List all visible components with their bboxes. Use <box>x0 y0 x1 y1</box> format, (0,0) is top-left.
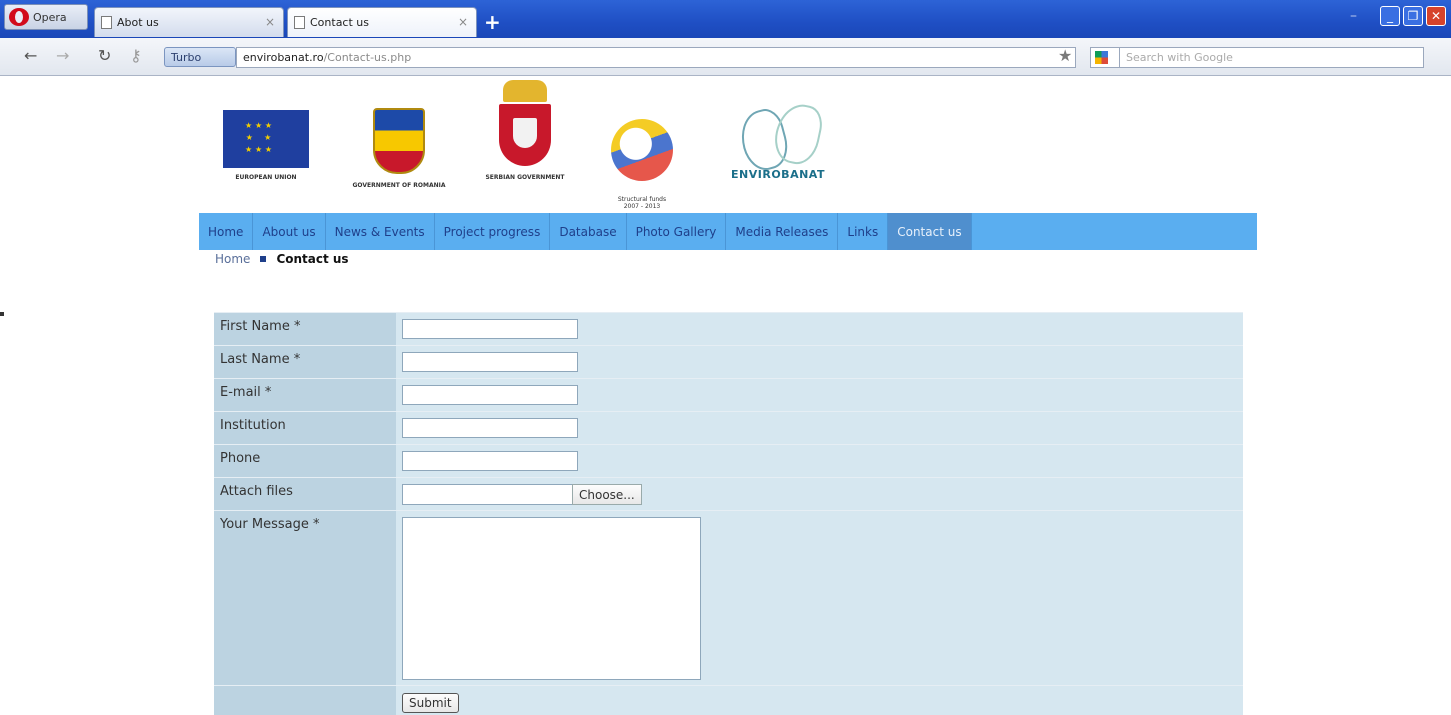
first-name-label: First Name * <box>214 313 396 345</box>
page-icon <box>101 16 112 29</box>
email-input[interactable] <box>402 385 578 405</box>
institution-input[interactable] <box>402 418 578 438</box>
form-row-submit: Submit <box>214 685 1243 715</box>
breadcrumb-home-link[interactable]: Home <box>215 252 250 266</box>
file-picker: Choose... <box>402 484 1237 505</box>
site-header: EUROPEAN UNION GOVERNMENT OF ROMANIA SER… <box>199 76 1257 250</box>
url-path: /Contact-us.php <box>323 51 412 64</box>
bookmark-star-icon[interactable]: ★ <box>1058 46 1072 65</box>
last-name-input[interactable] <box>402 352 578 372</box>
shield-shape <box>499 104 551 166</box>
menu-item-contact-us[interactable]: Contact us <box>888 213 972 250</box>
menu-item-photo-gallery[interactable]: Photo Gallery <box>627 213 727 250</box>
form-row-first-name: First Name * <box>214 312 1243 345</box>
menu-item-links[interactable]: Links <box>838 213 889 250</box>
breadcrumb-separator-icon <box>260 256 267 262</box>
address-bar[interactable]: envirobanat.ro/Contact-us.php <box>236 47 1076 68</box>
institution-label: Institution <box>214 412 396 444</box>
logo-caption: ENVIROBANAT <box>731 168 825 181</box>
form-row-phone: Phone <box>214 444 1243 477</box>
breadcrumb-current: Contact us <box>276 252 349 266</box>
minimize-button[interactable]: _ <box>1380 6 1400 26</box>
contact-form: First Name * Last Name * E-mail * Instit… <box>214 312 1243 715</box>
search-input[interactable]: Search with Google <box>1120 47 1424 68</box>
opera-menu-label: Opera <box>33 10 67 24</box>
browser-navbar: ← → ↻ ⚷ Turbo envirobanat.ro/Contact-us.… <box>0 38 1451 76</box>
web-page: EUROPEAN UNION GOVERNMENT OF ROMANIA SER… <box>0 76 1451 715</box>
phone-label: Phone <box>214 445 396 477</box>
opera-menu-button[interactable]: Opera <box>4 4 88 30</box>
search-engine-selector[interactable] <box>1090 47 1120 68</box>
eu-logo: EUROPEAN UNION <box>221 110 311 181</box>
forward-arrow-icon[interactable]: → <box>56 46 69 65</box>
menu-item-news-events[interactable]: News & Events <box>326 213 435 250</box>
tab-contact-us[interactable]: Contact us × <box>287 7 477 37</box>
form-row-email: E-mail * <box>214 378 1243 411</box>
logo-caption: EUROPEAN UNION <box>235 174 297 181</box>
romania-crest-icon <box>373 108 425 174</box>
structural-funds-icon <box>611 119 673 181</box>
logo-caption: GOVERNMENT OF ROMANIA <box>352 182 446 189</box>
back-arrow-icon[interactable]: ← <box>24 46 37 65</box>
tab-about-us[interactable]: Abot us × <box>94 7 284 37</box>
close-window-button[interactable]: ✕ <box>1426 6 1446 26</box>
serbia-crest-icon <box>497 80 553 168</box>
eu-flag-icon <box>223 110 309 168</box>
logo-tagline-line <box>723 181 833 187</box>
page-icon <box>294 16 305 29</box>
main-menu: Home About us News & Events Project prog… <box>199 213 1257 250</box>
message-textarea[interactable] <box>402 517 701 680</box>
logo-caption: SERBIAN GOVERNMENT <box>485 174 565 181</box>
attach-files-label: Attach files <box>214 478 396 510</box>
phone-input[interactable] <box>402 451 578 471</box>
form-row-institution: Institution <box>214 411 1243 444</box>
url-domain: envirobanat.ro <box>243 51 324 64</box>
menu-item-about-us[interactable]: About us <box>253 213 326 250</box>
submit-row-spacer <box>214 686 396 715</box>
tab-label: Contact us <box>310 16 369 29</box>
form-row-last-name: Last Name * <box>214 345 1243 378</box>
menu-item-database[interactable]: Database <box>550 213 627 250</box>
crown-shape <box>503 80 547 102</box>
file-path-input[interactable] <box>402 484 572 505</box>
form-row-attach: Attach files Choose... <box>214 477 1243 510</box>
structural-funds-logo: Structural funds 2007 - 2013 <box>599 112 685 217</box>
choose-file-button[interactable]: Choose... <box>572 484 642 505</box>
key-icon[interactable]: ⚷ <box>130 46 142 65</box>
email-label: E-mail * <box>214 379 396 411</box>
minimize-dash-icon: – <box>1350 8 1357 24</box>
turbo-label: Turbo <box>171 50 202 64</box>
dove-icon <box>730 102 826 168</box>
close-tab-icon[interactable]: × <box>265 15 275 29</box>
margin-dot <box>0 312 4 316</box>
close-tab-icon[interactable]: × <box>458 15 468 29</box>
breadcrumb: Home Contact us <box>215 252 349 266</box>
message-label: Your Message * <box>214 511 396 685</box>
submit-button[interactable]: Submit <box>402 693 459 713</box>
menu-item-home[interactable]: Home <box>199 213 254 250</box>
romania-logo: GOVERNMENT OF ROMANIA <box>349 108 449 189</box>
form-row-message: Your Message * <box>214 510 1243 685</box>
last-name-label: Last Name * <box>214 346 396 378</box>
serbia-logo: SERBIAN GOVERNMENT <box>475 80 575 181</box>
maximize-button[interactable]: ❐ <box>1403 6 1423 26</box>
browser-titlebar: Opera Abot us × Contact us × + – _ ❐ ✕ <box>0 0 1451 38</box>
tab-label: Abot us <box>117 16 159 29</box>
reload-icon[interactable]: ↻ <box>98 46 111 65</box>
first-name-input[interactable] <box>402 319 578 339</box>
envirobanat-logo: ENVIROBANAT <box>723 102 833 187</box>
menu-item-project-progress[interactable]: Project progress <box>435 213 551 250</box>
opera-logo-icon <box>9 8 29 26</box>
logo-caption: Structural funds 2007 - 2013 <box>617 196 667 210</box>
new-tab-button[interactable]: + <box>484 10 501 34</box>
menu-item-media-releases[interactable]: Media Releases <box>726 213 839 250</box>
turbo-button[interactable]: Turbo <box>164 47 236 67</box>
